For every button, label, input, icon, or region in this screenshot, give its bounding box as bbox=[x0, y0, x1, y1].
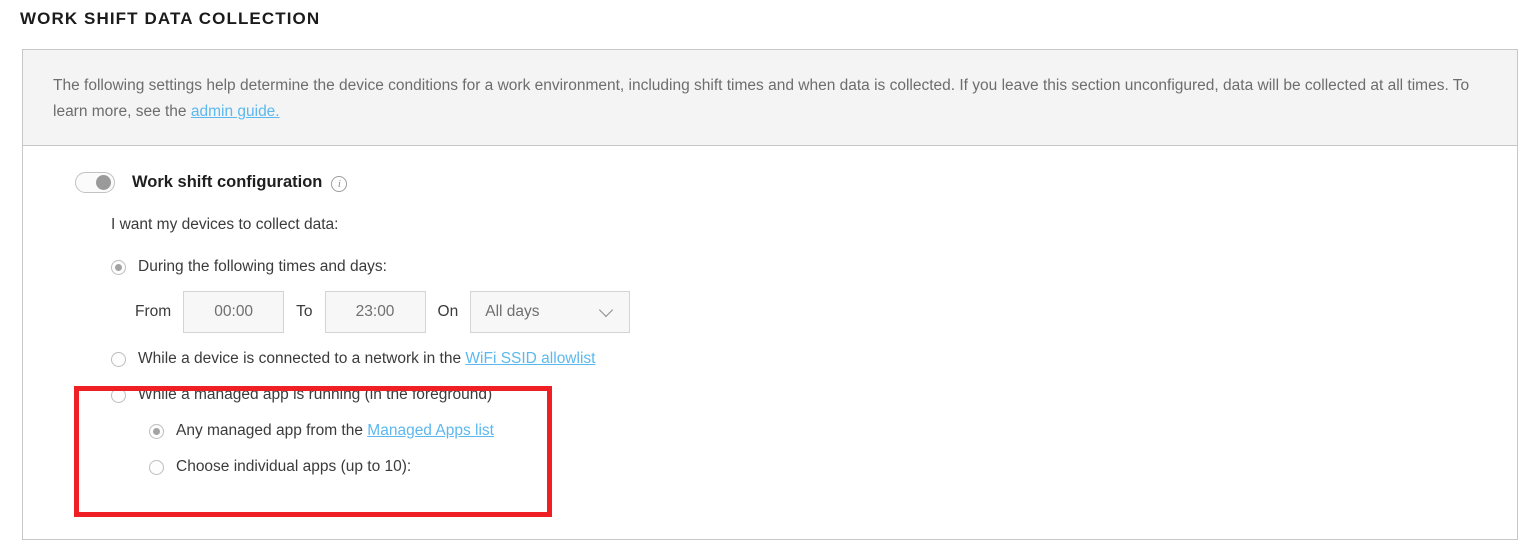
managed-apps-list-link[interactable]: Managed Apps list bbox=[367, 422, 494, 439]
days-select[interactable]: All days bbox=[470, 291, 631, 333]
radio-label-any-managed-app: Any managed app from the Managed Apps li… bbox=[176, 422, 494, 440]
work-shift-configuration-label: Work shift configuration bbox=[132, 173, 323, 191]
radio-label-times-and-days: During the following times and days: bbox=[138, 258, 387, 275]
option-row-wifi-network[interactable]: While a device is connected to a network… bbox=[111, 344, 630, 374]
radio-any-managed-app[interactable] bbox=[149, 423, 164, 439]
work-shift-configuration-row: Work shift configuration i bbox=[75, 172, 348, 193]
collection-options: I want my devices to collect data: Durin… bbox=[111, 216, 631, 488]
radio-wifi-network[interactable] bbox=[111, 351, 126, 367]
radio-label-individual-apps: Choose individual apps (up to 10): bbox=[176, 458, 412, 475]
days-select-value: All days bbox=[485, 303, 540, 320]
admin-guide-link[interactable]: admin guide. bbox=[191, 103, 280, 120]
work-shift-panel: The following settings help determine th… bbox=[22, 49, 1518, 540]
on-label: On bbox=[437, 303, 459, 320]
from-label: From bbox=[135, 303, 172, 320]
info-banner: The following settings help determine th… bbox=[23, 50, 1517, 146]
schedule-row: From 00:00 To 23:00 On All days bbox=[135, 290, 631, 334]
panel-body: Work shift configuration i I want my dev… bbox=[23, 146, 1517, 539]
radio-individual-apps[interactable] bbox=[149, 459, 164, 475]
to-time-input[interactable]: 23:00 bbox=[324, 291, 426, 333]
option-row-any-managed-app[interactable]: Any managed app from the Managed Apps li… bbox=[149, 416, 630, 446]
option-row-managed-app[interactable]: While a managed app is running (in the f… bbox=[111, 380, 630, 410]
wifi-ssid-allowlist-link[interactable]: WiFi SSID allowlist bbox=[465, 350, 595, 367]
to-label: To bbox=[296, 303, 313, 320]
page-title: WORK SHIFT DATA COLLECTION bbox=[20, 9, 321, 28]
info-circle-icon[interactable]: i bbox=[331, 175, 348, 192]
chevron-down-icon bbox=[601, 303, 614, 316]
radio-label-any-managed-app-text: Any managed app from the bbox=[176, 422, 368, 439]
radio-label-wifi-network: While a device is connected to a network… bbox=[138, 350, 595, 368]
collect-data-prompt: I want my devices to collect data: bbox=[111, 216, 339, 233]
from-time-input[interactable]: 00:00 bbox=[183, 291, 285, 333]
option-row-times-and-days[interactable]: During the following times and days: bbox=[111, 252, 630, 282]
work-shift-configuration-toggle[interactable] bbox=[75, 172, 115, 193]
radio-label-managed-app: While a managed app is running (in the f… bbox=[138, 386, 493, 403]
radio-managed-app[interactable] bbox=[111, 387, 126, 403]
option-row-individual-apps[interactable]: Choose individual apps (up to 10): bbox=[149, 452, 630, 482]
radio-times-and-days[interactable] bbox=[111, 259, 126, 275]
managed-app-sub-options: Any managed app from the Managed Apps li… bbox=[149, 416, 630, 482]
radio-label-wifi-network-text: While a device is connected to a network… bbox=[138, 350, 466, 367]
toggle-knob bbox=[96, 175, 111, 190]
info-banner-text: The following settings help determine th… bbox=[53, 73, 1478, 125]
